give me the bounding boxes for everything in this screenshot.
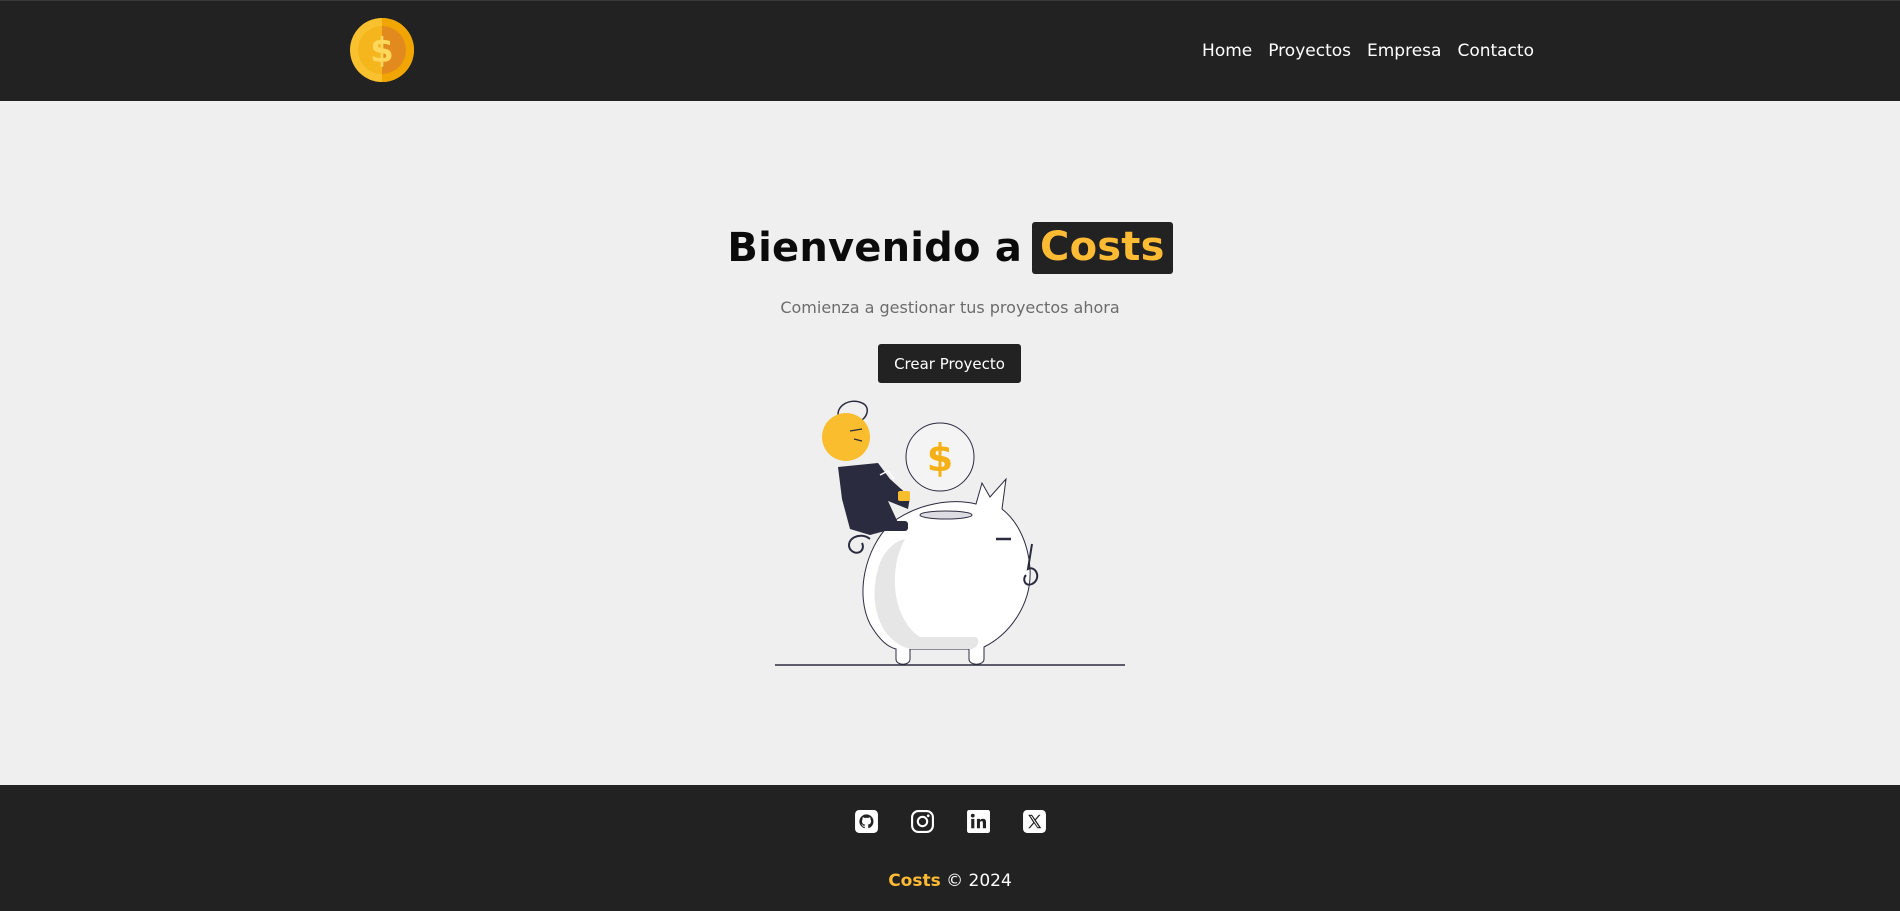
footer-brand: Costs [888,871,941,891]
nav-link-contacto[interactable]: Contacto [1457,41,1534,61]
copyright: Costs © 2024 [0,871,1900,891]
social-links [0,809,1900,834]
github-link[interactable] [854,809,879,834]
instagram-icon [910,810,934,833]
hero-title: Bienvenido a Costs [0,222,1900,274]
nav-links: Home Proyectos Empresa Contacto [1202,41,1534,61]
nav-link-proyectos[interactable]: Proyectos [1268,41,1351,61]
x-twitter-link[interactable] [1022,809,1047,834]
nav-item-proyectos: Proyectos [1268,41,1351,61]
hero-title-brand: Costs [1032,222,1173,274]
hero-section: Bienvenido a Costs Comienza a gestionar … [0,101,1900,785]
dollar-coin-icon: $ [350,18,414,82]
nav-item-empresa: Empresa [1367,41,1441,61]
navbar: $ Home Proyectos Empresa Contacto [0,0,1900,101]
nav-item-contacto: Contacto [1457,41,1534,61]
nav-link-empresa[interactable]: Empresa [1367,41,1441,61]
x-twitter-icon [1022,810,1046,833]
pig-tail [848,534,871,554]
svg-text:$: $ [370,31,394,71]
piggy-bank-savings-illustration: $ [775,400,1125,666]
linkedin-icon [966,810,990,833]
social-item-linkedin [966,809,991,834]
hero-subtitle: Comienza a gestionar tus proyectos ahora [780,298,1120,317]
nav-item-home: Home [1202,41,1252,61]
social-item-github [854,809,879,834]
linkedin-link[interactable] [966,809,991,834]
hero-title-prefix: Bienvenido a [727,225,1023,271]
copyright-text: © 2024 [946,871,1012,891]
nav-link-home[interactable]: Home [1202,41,1252,61]
instagram-link[interactable] [910,809,935,834]
footer: Costs © 2024 [0,785,1900,911]
logo-link[interactable]: $ [349,17,415,83]
person [822,400,910,535]
coin-symbol: $ [927,436,953,480]
social-item-instagram [910,809,935,834]
github-icon [854,810,878,833]
social-item-x [1022,809,1047,834]
coin-slot [919,510,973,520]
create-project-button[interactable]: Crear Proyecto [878,344,1021,383]
